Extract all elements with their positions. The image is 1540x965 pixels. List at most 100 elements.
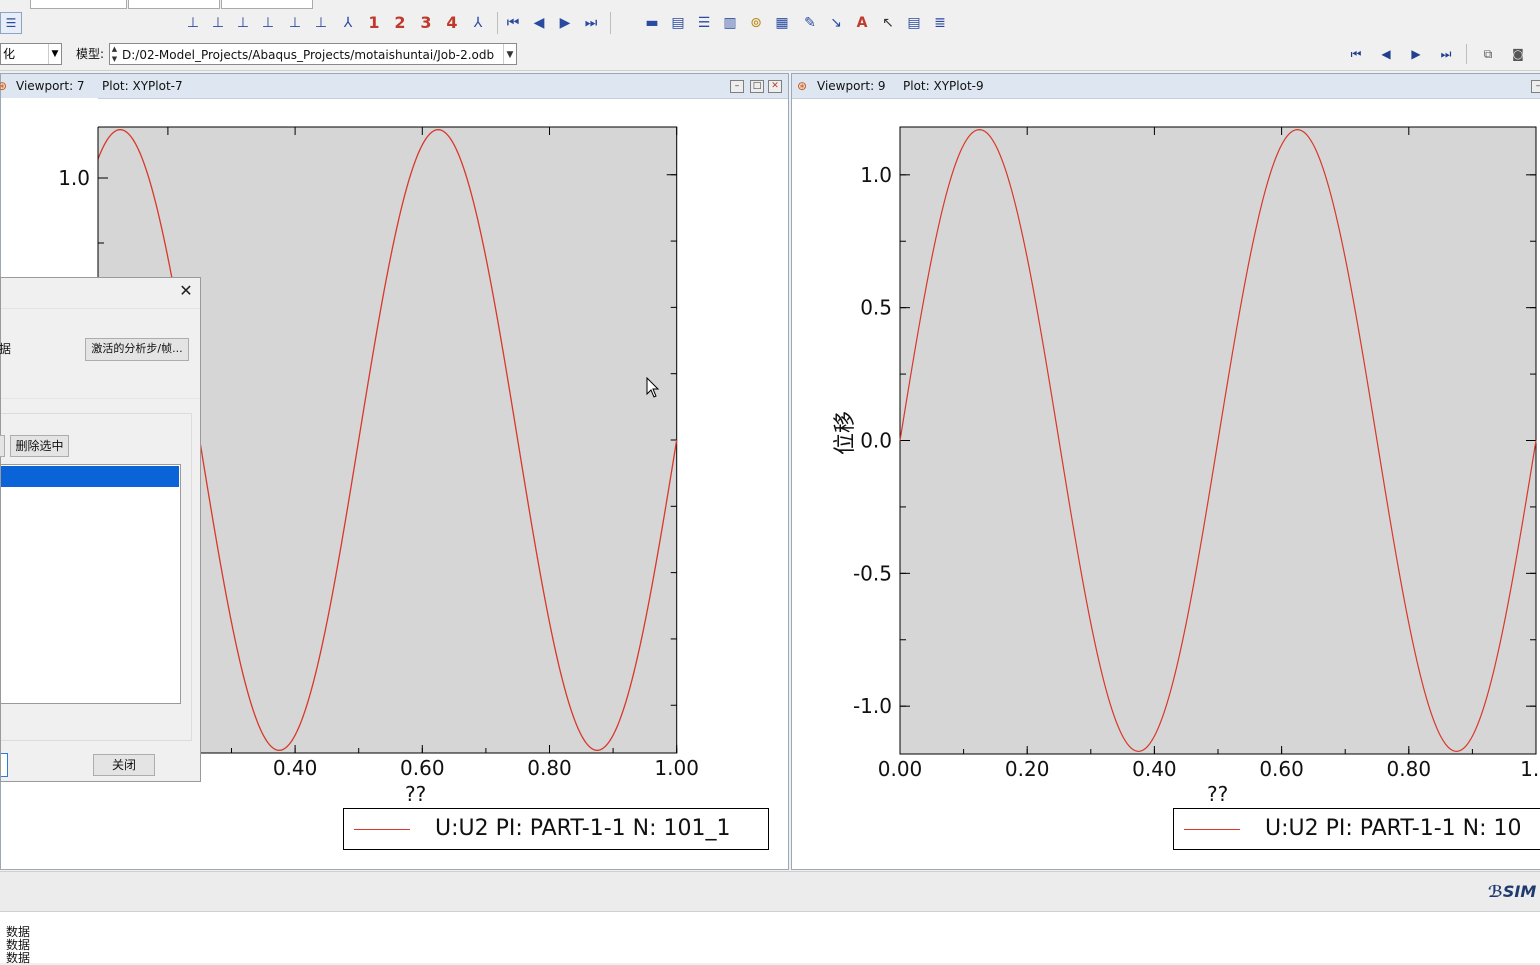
dialog-data-label: 据 xyxy=(0,342,12,356)
chevron-down-icon: ▼ xyxy=(503,44,516,64)
x-tick-label: 0.40 xyxy=(273,756,318,780)
legend-line-swatch xyxy=(354,829,410,830)
legend-7: U:U2 PI: PART-1-1 N: 101_1 xyxy=(343,808,769,850)
view-xy-icon[interactable]: ⊥ xyxy=(183,12,203,34)
maximize-icon[interactable]: □ xyxy=(750,80,764,93)
viewport-9[interactable]: ⊛ Viewport: 9 Plot: XYPlot-9 – 0.00 0.20 0… xyxy=(791,73,1540,870)
x-axis-label-7: ?? xyxy=(405,782,427,806)
y-axis-label-text: 位移 xyxy=(833,410,858,455)
view-4-button[interactable]: 4 xyxy=(442,12,462,34)
legend-line-swatch xyxy=(1184,829,1240,830)
main-toolbar: ☰ ⊥ ⊥ ⊥ ⊥ ⊥ ⊥ ⅄ 1 2 3 4 ⅄ ⏮ ◀ ▶ ⏭ ▬ ▤ ☰ … xyxy=(0,0,1540,39)
model-label: 模型: xyxy=(76,47,105,61)
toolbar-list-icon[interactable]: ☰ xyxy=(0,12,22,34)
y-tick-label: -1.0 xyxy=(853,694,892,718)
x-tick-label: 0.00 xyxy=(878,757,923,781)
xy-data-list[interactable] xyxy=(1,464,181,704)
layout-1-icon[interactable]: ▬ xyxy=(642,12,662,34)
annotation-icon[interactable]: ✎ xyxy=(800,12,820,34)
viewport-7-label: Viewport: 7 xyxy=(16,79,85,93)
view-yz-icon[interactable]: ⊥ xyxy=(285,12,305,34)
dialog-close-icon[interactable]: ✕ xyxy=(177,282,195,300)
xy-data-manager-dialog: ✕ 据 激活的分析步/帧... 删除选中 关闭 xyxy=(0,277,201,782)
copy-icon[interactable]: ⧉ xyxy=(1477,44,1499,64)
viewport-7-titlebar: ⊛ Viewport: 7 Plot: XYPlot-7 – □ ✕ xyxy=(0,74,788,99)
list-item-selected[interactable] xyxy=(1,466,179,487)
message-line: 数据 xyxy=(6,951,31,965)
table-icon[interactable]: ▦ xyxy=(772,12,792,34)
legend-7-label: U:U2 PI: PART-1-1 N: 101_1 xyxy=(435,816,731,841)
module-select[interactable]: 化 ▼ xyxy=(0,43,62,65)
x-tick-label: 0.80 xyxy=(1387,757,1432,781)
message-lines: 数据 数据 数据 xyxy=(6,926,30,965)
view-zy-icon[interactable]: ⊥ xyxy=(311,12,331,34)
viewport-9-label: Viewport: 9 xyxy=(817,79,886,93)
xy-plot-9: 0.00 0.20 0.40 0.60 0.80 1.0 1.0 0.5 0.0 -0.5 -1.0 xyxy=(853,126,1540,781)
view-zx-icon[interactable]: ⊥ xyxy=(258,12,278,34)
x-tick-label: 0.80 xyxy=(527,756,572,780)
y-tick-label: -0.5 xyxy=(853,561,892,585)
viewport-9-titlebar: ⊛ Viewport: 9 Plot: XYPlot-9 – xyxy=(792,74,1540,99)
animation-last-icon[interactable]: ⏭ xyxy=(1435,44,1457,64)
toolbar-combo-1[interactable] xyxy=(30,0,127,9)
first-frame-icon[interactable]: ⏮ xyxy=(503,12,523,34)
model-select[interactable]: ▲ ▼ D:/02-Model_Projects/Abaqus_Projects/… xyxy=(109,43,517,65)
x-tick-label: 1.0 xyxy=(1520,757,1540,781)
list-options-icon[interactable]: ≣ xyxy=(930,12,950,34)
viewport-7-plot-label: Plot: XYPlot-7 xyxy=(102,79,183,93)
hidden-button[interactable] xyxy=(0,435,5,457)
x-tick-label: 0.60 xyxy=(1259,757,1304,781)
active-steps-button[interactable]: 激活的分析步/帧... xyxy=(85,338,189,361)
legend-9: U:U2 PI: PART-1-1 N: 10 xyxy=(1173,808,1540,850)
y-tick-label: 1.0 xyxy=(860,163,892,187)
y-tick-label: 1.0 xyxy=(58,166,90,190)
y-tick-label: 0.0 xyxy=(860,429,892,453)
mouse-pointer-icon xyxy=(646,377,660,398)
message-area[interactable]: 数据 数据 数据 xyxy=(0,911,1540,965)
axis-triad-icon[interactable]: ⅄ xyxy=(468,12,488,34)
minimize-icon[interactable]: – xyxy=(1531,80,1540,93)
camera-icon[interactable]: ◙ xyxy=(1507,44,1529,64)
x-tick-label: 0.40 xyxy=(1132,757,1177,781)
view-1-button[interactable]: 1 xyxy=(364,12,384,34)
viewport-icon: ⊛ xyxy=(797,79,808,93)
ds-logo-icon: ℬ xyxy=(1488,882,1503,901)
next-frame-icon[interactable]: ▶ xyxy=(555,12,575,34)
spinner-icon: ▲ ▼ xyxy=(111,45,118,63)
view-iso-icon[interactable]: ⅄ xyxy=(338,12,358,34)
animation-next-icon[interactable]: ▶ xyxy=(1405,44,1427,64)
view-2-button[interactable]: 2 xyxy=(390,12,410,34)
x-axis-label-9: ?? xyxy=(1207,782,1229,806)
link-viewports-icon[interactable]: ⊚ xyxy=(746,12,766,34)
animation-first-icon[interactable]: ⏮ xyxy=(1345,44,1367,64)
text-tool-icon[interactable]: A xyxy=(852,12,872,34)
brand-text: SIM xyxy=(1502,882,1537,901)
legend-icon[interactable]: ▤ xyxy=(904,12,924,34)
y-axis-label-9: 位移 xyxy=(827,411,859,455)
close-icon[interactable]: ✕ xyxy=(768,80,782,93)
toolbar-combo-2[interactable] xyxy=(128,0,220,9)
arrow-tool-icon[interactable]: ↘ xyxy=(826,12,846,34)
x-tick-label: 0.20 xyxy=(1005,757,1050,781)
y-tick-label: 0.5 xyxy=(860,296,892,320)
layout-4-icon[interactable]: ▥ xyxy=(720,12,740,34)
minimize-icon[interactable]: – xyxy=(730,80,744,93)
delete-selected-button[interactable]: 删除选中 xyxy=(10,435,69,457)
viewport-icon: ⊛ xyxy=(0,79,8,93)
model-path-value: D:/02-Model_Projects/Abaqus_Projects/mot… xyxy=(122,48,495,62)
select-pointer-icon[interactable]: ↖ xyxy=(878,12,898,34)
previous-frame-icon[interactable]: ◀ xyxy=(529,12,549,34)
status-bar: ℬSIM xyxy=(0,871,1540,912)
view-3-button[interactable]: 3 xyxy=(416,12,436,34)
module-select-value: 化 xyxy=(3,47,16,61)
last-frame-icon[interactable]: ⏭ xyxy=(581,12,601,34)
close-button[interactable]: 关闭 xyxy=(93,754,155,776)
toolbar-combo-3[interactable] xyxy=(221,0,313,9)
view-yx-icon[interactable]: ⊥ xyxy=(208,12,228,34)
ok-button[interactable] xyxy=(1,753,8,777)
layout-3-icon[interactable]: ☰ xyxy=(694,12,714,34)
view-xz-icon[interactable]: ⊥ xyxy=(233,12,253,34)
animation-previous-icon[interactable]: ◀ xyxy=(1375,44,1397,64)
layout-2-icon[interactable]: ▤ xyxy=(668,12,688,34)
viewport-9-plot-label: Plot: XYPlot-9 xyxy=(903,79,984,93)
